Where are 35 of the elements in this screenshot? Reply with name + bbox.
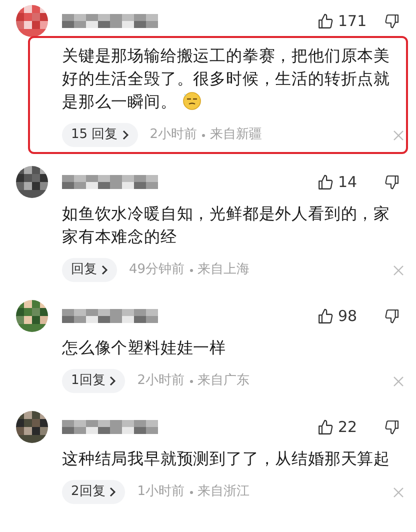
comment-location: 来自新疆: [210, 126, 262, 144]
thumbs-down-icon[interactable]: [384, 308, 400, 324]
like-count: 22: [338, 416, 358, 438]
like-count: 98: [338, 306, 358, 327]
replies-button[interactable]: 2回复: [62, 480, 126, 504]
chevron-icon: [109, 376, 116, 386]
comment-text: 怎么像个塑料娃娃一样: [62, 337, 227, 359]
comment-time: 49分钟前: [129, 261, 185, 280]
comment-time: 1小时前: [137, 483, 185, 502]
replies-button[interactable]: 15 回复: [62, 123, 138, 147]
comment-location: 来自广东: [198, 372, 250, 390]
comment-location: 来自浙江: [198, 483, 250, 502]
chevron-icon: [101, 265, 108, 275]
thumbs-up-icon[interactable]: [317, 174, 334, 190]
comment-location: 来自上海: [198, 261, 250, 280]
thumbs-down-icon[interactable]: [384, 174, 400, 190]
chevron-icon: [109, 487, 116, 497]
comment-text: 如鱼饮水冷暖自知，光鲜都是外人看到的，家家有本难念的经: [62, 203, 391, 248]
like-count: 14: [338, 172, 358, 193]
chevron-icon: [122, 130, 129, 140]
comment-text: 关键是那场输给搬运工的拳赛，把他们原本美好的生活全毁了。很多时候，生活的转折点就是那么一瞬间。: [62, 46, 390, 111]
thumbs-up-icon[interactable]: [317, 418, 334, 436]
thumbs-up-icon[interactable]: [317, 12, 334, 30]
comment-text: 这种结局我早就预测到了了，从结婚那天算起: [62, 448, 391, 470]
like-count: 171: [338, 10, 368, 32]
comment-time: 2小时前: [137, 372, 185, 390]
comment-time: 2小时前: [150, 126, 197, 144]
thumbs-down-icon[interactable]: [384, 419, 400, 435]
replies-button[interactable]: 回复: [62, 258, 117, 282]
thumbs-up-icon[interactable]: [317, 308, 334, 324]
avatar-icon[interactable]: [16, 166, 48, 198]
avatar-icon[interactable]: [16, 411, 48, 443]
avatar-icon[interactable]: [16, 300, 48, 332]
replies-button[interactable]: 1回复: [62, 369, 126, 393]
thumbs-down-icon[interactable]: [384, 13, 400, 29]
